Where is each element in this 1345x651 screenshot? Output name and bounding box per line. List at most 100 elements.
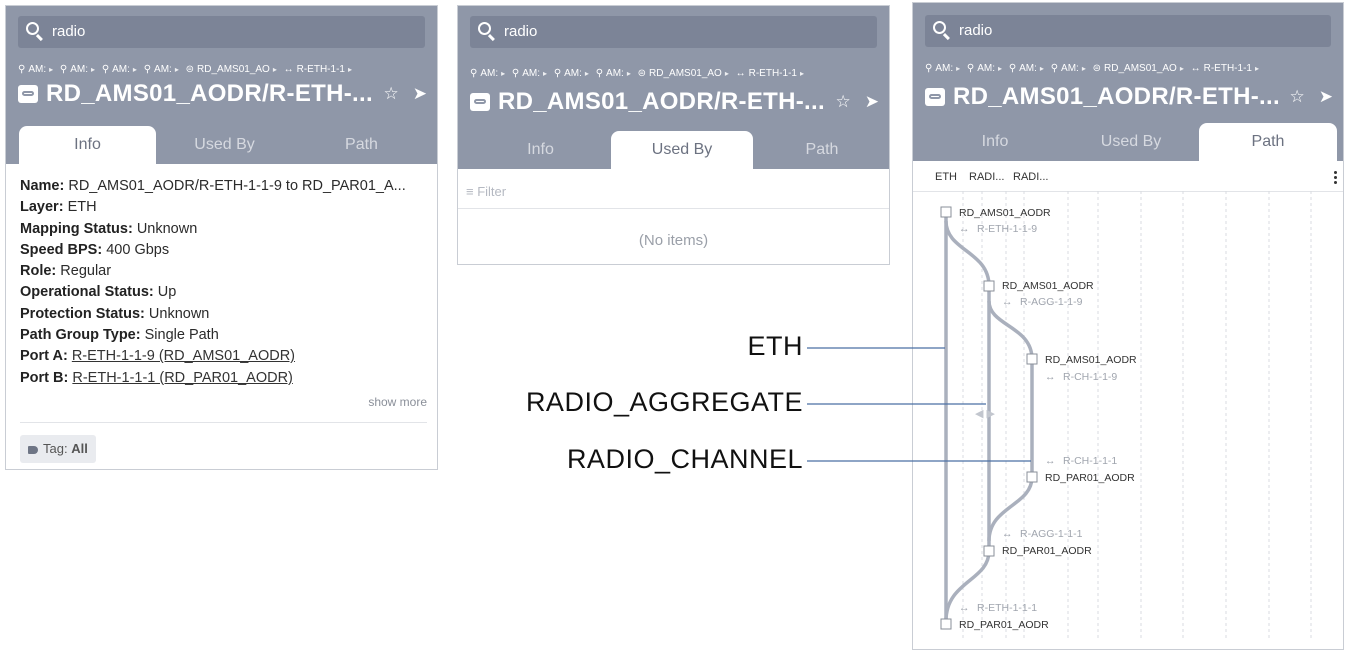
star-icon[interactable]: ☆	[384, 84, 399, 103]
grid-lines	[962, 191, 1312, 639]
title-actions: ☆ ➤	[1276, 87, 1334, 107]
breadcrumb: ⚲ AM: ▸ ⚲ AM: ▸ ⚲ AM: ▸ ⚲ AM: ▸ ⊜ RD_AMS01_AO ▸ ↔ R…	[470, 68, 883, 79]
tab-used-by[interactable]: Used By	[1063, 123, 1199, 161]
tab-info[interactable]: Info	[19, 126, 156, 164]
chevron-right-icon: ▸	[272, 65, 277, 74]
location-pin-icon: ⚲	[470, 68, 478, 79]
page-title: RD_AMS01_AODR/R-ETH-...	[953, 83, 1280, 110]
search-query: radio	[52, 23, 86, 40]
node-box[interactable]	[983, 545, 995, 557]
property-row: Speed BPS: 400 Gbps	[20, 240, 427, 261]
star-icon[interactable]: ☆	[836, 92, 851, 111]
chevron-right-icon: ▸	[543, 69, 548, 78]
breadcrumb-item[interactable]: R-ETH-1-1	[297, 64, 345, 75]
node-box[interactable]	[1026, 353, 1038, 365]
breadcrumb-item[interactable]: AM:	[70, 64, 88, 75]
column-radio-channel[interactable]: RADI...	[1013, 171, 1048, 183]
search-input[interactable]: radio	[470, 16, 877, 48]
property-label: Path Group Type:	[20, 327, 141, 344]
node-port-label: R-AGG-1-1-1	[1020, 528, 1083, 540]
tab-path[interactable]: Path	[753, 131, 889, 169]
search-query: radio	[504, 23, 538, 40]
info-panel: radio ⚲ AM: ▸ ⚲ AM: ▸ ⚲ AM: ▸ ⚲ AM: ▸ ⊜ RD_AMS01_…	[5, 5, 438, 470]
link-badge-icon	[18, 85, 38, 103]
breadcrumb-item[interactable]: AM:	[112, 64, 130, 75]
more-options-icon[interactable]	[1334, 171, 1337, 186]
star-icon[interactable]: ☆	[1290, 87, 1305, 106]
breadcrumb-item[interactable]: AM:	[1019, 63, 1037, 74]
tab-info[interactable]: Info	[925, 123, 1065, 161]
node-box[interactable]	[940, 618, 952, 630]
agg-to-ch-curve	[987, 300, 1034, 360]
path-diagram: ◀ ▶ RD_AMS01_AODR ↔ R-ETH-1-1-9 RD_AMS01…	[940, 191, 1312, 639]
breadcrumb-item[interactable]: AM:	[935, 63, 953, 74]
breadcrumb-item[interactable]: AM:	[564, 68, 582, 79]
property-value: Single Path	[144, 327, 219, 344]
search-icon	[26, 22, 39, 35]
breadcrumb-item[interactable]: AM:	[522, 68, 540, 79]
location-pin-icon: ⚲	[143, 64, 152, 75]
show-more-link[interactable]: show more	[368, 395, 427, 409]
tag-filter-chip[interactable]: Tag: All	[20, 435, 96, 463]
column-eth[interactable]: ETH	[935, 171, 957, 183]
location-pin-icon: ⚲	[595, 68, 604, 79]
navigate-arrow-icon[interactable]: ➤	[413, 84, 427, 103]
search-input[interactable]: radio	[925, 15, 1331, 47]
chevron-right-icon: ▸	[1179, 64, 1184, 73]
tab-bar: Info Used By Path	[913, 123, 1343, 161]
resize-handle-icon[interactable]: ◀ ▶	[975, 408, 996, 420]
tab-path[interactable]: Path	[293, 126, 430, 164]
column-radio-aggregate[interactable]: RADI...	[969, 171, 1004, 183]
tab-used-by[interactable]: Used By	[611, 131, 753, 169]
breadcrumb-item[interactable]: AM:	[28, 64, 46, 75]
breadcrumb-item[interactable]: RD_AMS01_AO	[649, 68, 722, 79]
filter-input[interactable]: ≡ Filter	[466, 184, 506, 199]
breadcrumb-item[interactable]: RD_AMS01_AO	[1104, 63, 1177, 74]
breadcrumb-item[interactable]: RD_AMS01_AO	[197, 64, 270, 75]
property-row: Port A: R-ETH-1-1-9 (RD_AMS01_AODR)	[20, 346, 427, 367]
node-box[interactable]	[940, 206, 952, 218]
title-bar: RD_AMS01_AODR/R-ETH-... ☆ ➤	[18, 80, 427, 110]
breadcrumb-item[interactable]: AM:	[1061, 63, 1079, 74]
node-port-label: R-CH-1-1-1	[1063, 455, 1117, 467]
location-pin-icon: ⚲	[1008, 63, 1017, 74]
chevron-right-icon: ▸	[132, 65, 137, 74]
tab-path[interactable]: Path	[1199, 123, 1337, 161]
property-label: Name:	[20, 178, 65, 194]
tab-info[interactable]: Info	[468, 131, 613, 169]
title-actions: ☆ ➤	[822, 92, 880, 112]
search-input[interactable]: radio	[18, 16, 425, 48]
property-row: Port B: R-ETH-1-1-1 (RD_PAR01_AODR)	[20, 368, 427, 389]
node-port-label: R-ETH-1-1-1	[977, 602, 1037, 614]
port-a-link[interactable]: R-ETH-1-1-9 (RD_AMS01_AODR)	[72, 348, 295, 364]
link-icon: ↔	[1045, 455, 1056, 467]
filter-placeholder: Filter	[477, 184, 507, 199]
divider	[458, 208, 889, 209]
breadcrumb-item[interactable]: AM:	[154, 64, 172, 75]
property-value: Unknown	[148, 305, 210, 322]
location-pin-icon: ⚲	[1050, 63, 1059, 74]
breadcrumb-item[interactable]: AM:	[480, 68, 498, 79]
node-device-label: RD_PAR01_AODR	[1045, 472, 1135, 484]
breadcrumb-item[interactable]: AM:	[606, 68, 624, 79]
port-b-link[interactable]: R-ETH-1-1-1 (RD_PAR01_AODR)	[72, 370, 293, 386]
location-pin-icon: ⚲	[966, 63, 975, 74]
divider	[20, 422, 427, 423]
tag-value: All	[71, 441, 88, 456]
breadcrumb-item[interactable]: R-ETH-1-1	[749, 68, 797, 79]
navigate-arrow-icon[interactable]: ➤	[1319, 87, 1333, 106]
navigate-arrow-icon[interactable]: ➤	[865, 92, 879, 111]
breadcrumb-item[interactable]: AM:	[977, 63, 995, 74]
tab-used-by[interactable]: Used By	[156, 126, 293, 164]
property-label: Protection Status:	[20, 305, 145, 322]
property-row: Layer: ETH	[20, 197, 427, 218]
link-icon: ↔	[959, 602, 970, 614]
node-box[interactable]	[983, 280, 995, 292]
node-box[interactable]	[1026, 471, 1038, 483]
property-label: Mapping Status:	[20, 220, 133, 237]
page-title: RD_AMS01_AODR/R-ETH-...	[498, 88, 825, 115]
breadcrumb-item[interactable]: R-ETH-1-1	[1204, 63, 1252, 74]
callout-eth: ETH	[747, 331, 803, 361]
property-value: 400 Gbps	[106, 241, 170, 258]
location-pin-icon: ⚲	[101, 64, 110, 75]
